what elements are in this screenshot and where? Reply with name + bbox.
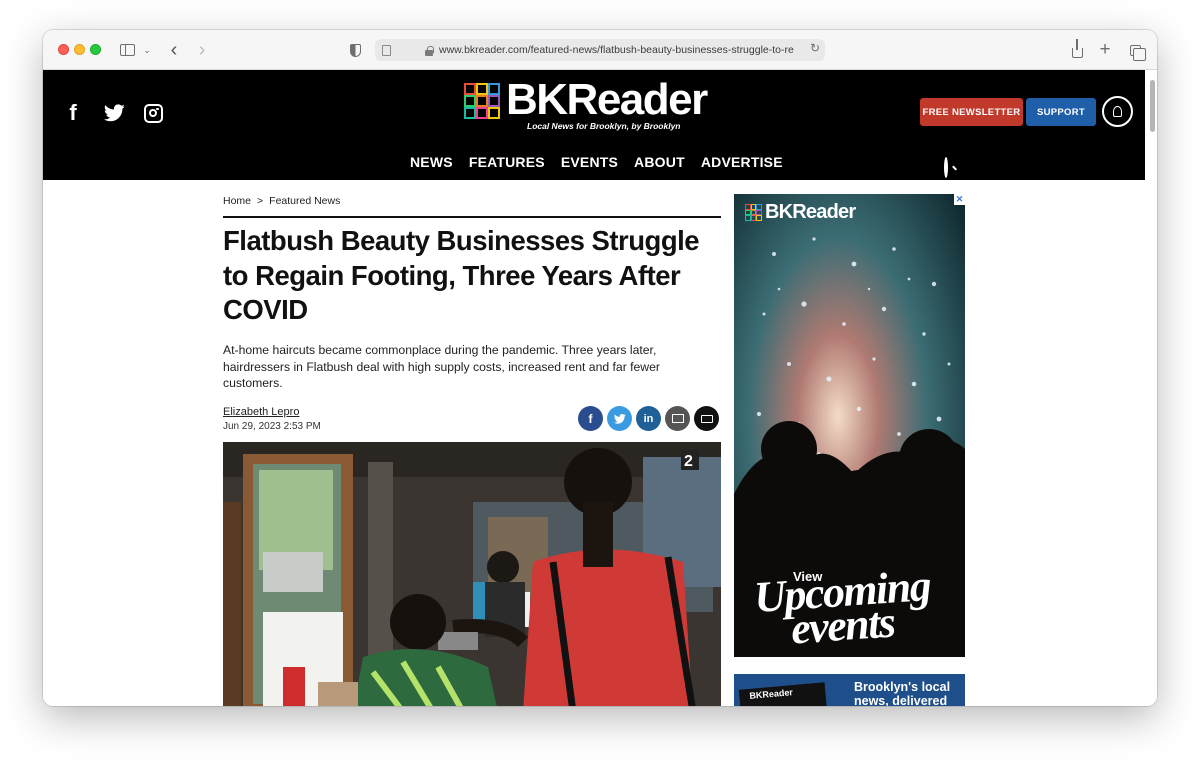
address-bar[interactable]: www.bkreader.com/featured-news/flatbush-…	[375, 39, 825, 61]
newsletter-ad-line2: news, delivered	[854, 694, 948, 706]
instagram-icon[interactable]	[143, 101, 163, 125]
ad-headline-events: events	[789, 597, 896, 654]
privacy-shield-icon[interactable]	[347, 39, 363, 61]
logo-wordmark: BKReader	[506, 75, 708, 124]
newsletter-ad-line1: Brooklyn's local	[854, 680, 951, 694]
twitter-icon[interactable]	[607, 406, 632, 431]
article-headline: Flatbush Beauty Businesses Struggle to R…	[223, 225, 700, 325]
close-window-button[interactable]	[58, 44, 69, 55]
support-button[interactable]: SUPPORT	[1026, 98, 1096, 126]
breadcrumb-separator: >	[257, 195, 264, 207]
logo-tagline: Local News for Brooklyn, by Brooklyn	[527, 121, 681, 131]
free-newsletter-button[interactable]: FREE NEWSLETTER	[920, 98, 1023, 126]
main-nav: NEWS FEATURES EVENTS ABOUT ADVERTISE	[410, 154, 783, 174]
tab-overview-icon[interactable]	[1126, 39, 1146, 61]
logo-mark-icon	[745, 204, 762, 221]
publish-date: Jun 29, 2023 2:53 PM	[223, 421, 321, 432]
ad-mini-graphic: BKReader	[738, 682, 828, 706]
ad-logo-text: BKReader	[765, 201, 856, 223]
nav-events[interactable]: EVENTS	[561, 154, 618, 174]
breadcrumb: Home > Featured News	[223, 195, 340, 207]
scrollbar[interactable]	[1150, 80, 1155, 132]
share-icon[interactable]	[1068, 38, 1086, 61]
facebook-icon[interactable]: f	[66, 100, 80, 125]
close-ad-icon[interactable]: ✕	[954, 194, 965, 205]
nav-advertise[interactable]: ADVERTISE	[701, 154, 783, 174]
site-header: f BKReader Local News for Brooklyn, by B…	[43, 70, 1145, 180]
article-summary: At-home haircuts became commonplace duri…	[223, 343, 660, 390]
ad-logo: BKReader	[745, 201, 856, 224]
nav-features[interactable]: FEATURES	[469, 154, 545, 174]
print-icon[interactable]	[694, 406, 719, 431]
facebook-icon[interactable]: f	[578, 406, 603, 431]
nav-news[interactable]: NEWS	[410, 154, 453, 174]
page-viewport[interactable]: f BKReader Local News for Brooklyn, by B…	[43, 70, 1157, 706]
sidebar-toggle-icon[interactable]	[119, 39, 135, 61]
article-hero-image[interactable]: 2	[223, 442, 721, 706]
author-link[interactable]: Elizabeth Lepro	[223, 406, 299, 418]
ad-mini-logo: BKReader	[748, 687, 794, 701]
newsletter-ad-text: Brooklyn's local news, delivered	[854, 680, 950, 706]
share-buttons: f in	[578, 406, 719, 431]
svg-text:2: 2	[684, 453, 693, 470]
newsletter-ad[interactable]: BKReader Brooklyn's local news, delivere…	[734, 674, 965, 706]
lock-icon	[425, 45, 434, 56]
search-icon[interactable]	[944, 157, 958, 178]
site-logo[interactable]: BKReader Local News for Brooklyn, by Bro…	[464, 76, 726, 134]
url-text[interactable]: www.bkreader.com/featured-news/flatbush-…	[439, 44, 809, 56]
email-icon[interactable]	[665, 406, 690, 431]
forward-arrow-icon[interactable]: ›	[193, 39, 211, 61]
logo-mark-icon	[464, 83, 500, 119]
upcoming-events-ad[interactable]: ✕ BKReader View Upcoming events	[734, 194, 965, 657]
breadcrumb-featured-news[interactable]: Featured News	[269, 195, 340, 207]
minimize-window-button[interactable]	[74, 44, 85, 55]
chevron-down-icon[interactable]: ⌄	[141, 39, 153, 61]
breadcrumb-home[interactable]: Home	[223, 195, 251, 207]
browser-window: ⌄ ‹ › www.bkreader.com/featured-news/fla…	[43, 30, 1157, 706]
browser-toolbar: ⌄ ‹ › www.bkreader.com/featured-news/fla…	[43, 30, 1157, 70]
zoom-window-button[interactable]	[90, 44, 101, 55]
linkedin-icon[interactable]: in	[636, 406, 661, 431]
twitter-icon[interactable]	[103, 101, 125, 125]
reload-icon[interactable]: ↻	[810, 41, 820, 55]
page-icon	[382, 44, 391, 56]
back-arrow-icon[interactable]: ‹	[165, 39, 183, 61]
new-tab-icon[interactable]: +	[1096, 39, 1114, 61]
divider	[223, 216, 721, 218]
account-icon[interactable]	[1102, 96, 1133, 127]
nav-about[interactable]: ABOUT	[634, 154, 685, 174]
